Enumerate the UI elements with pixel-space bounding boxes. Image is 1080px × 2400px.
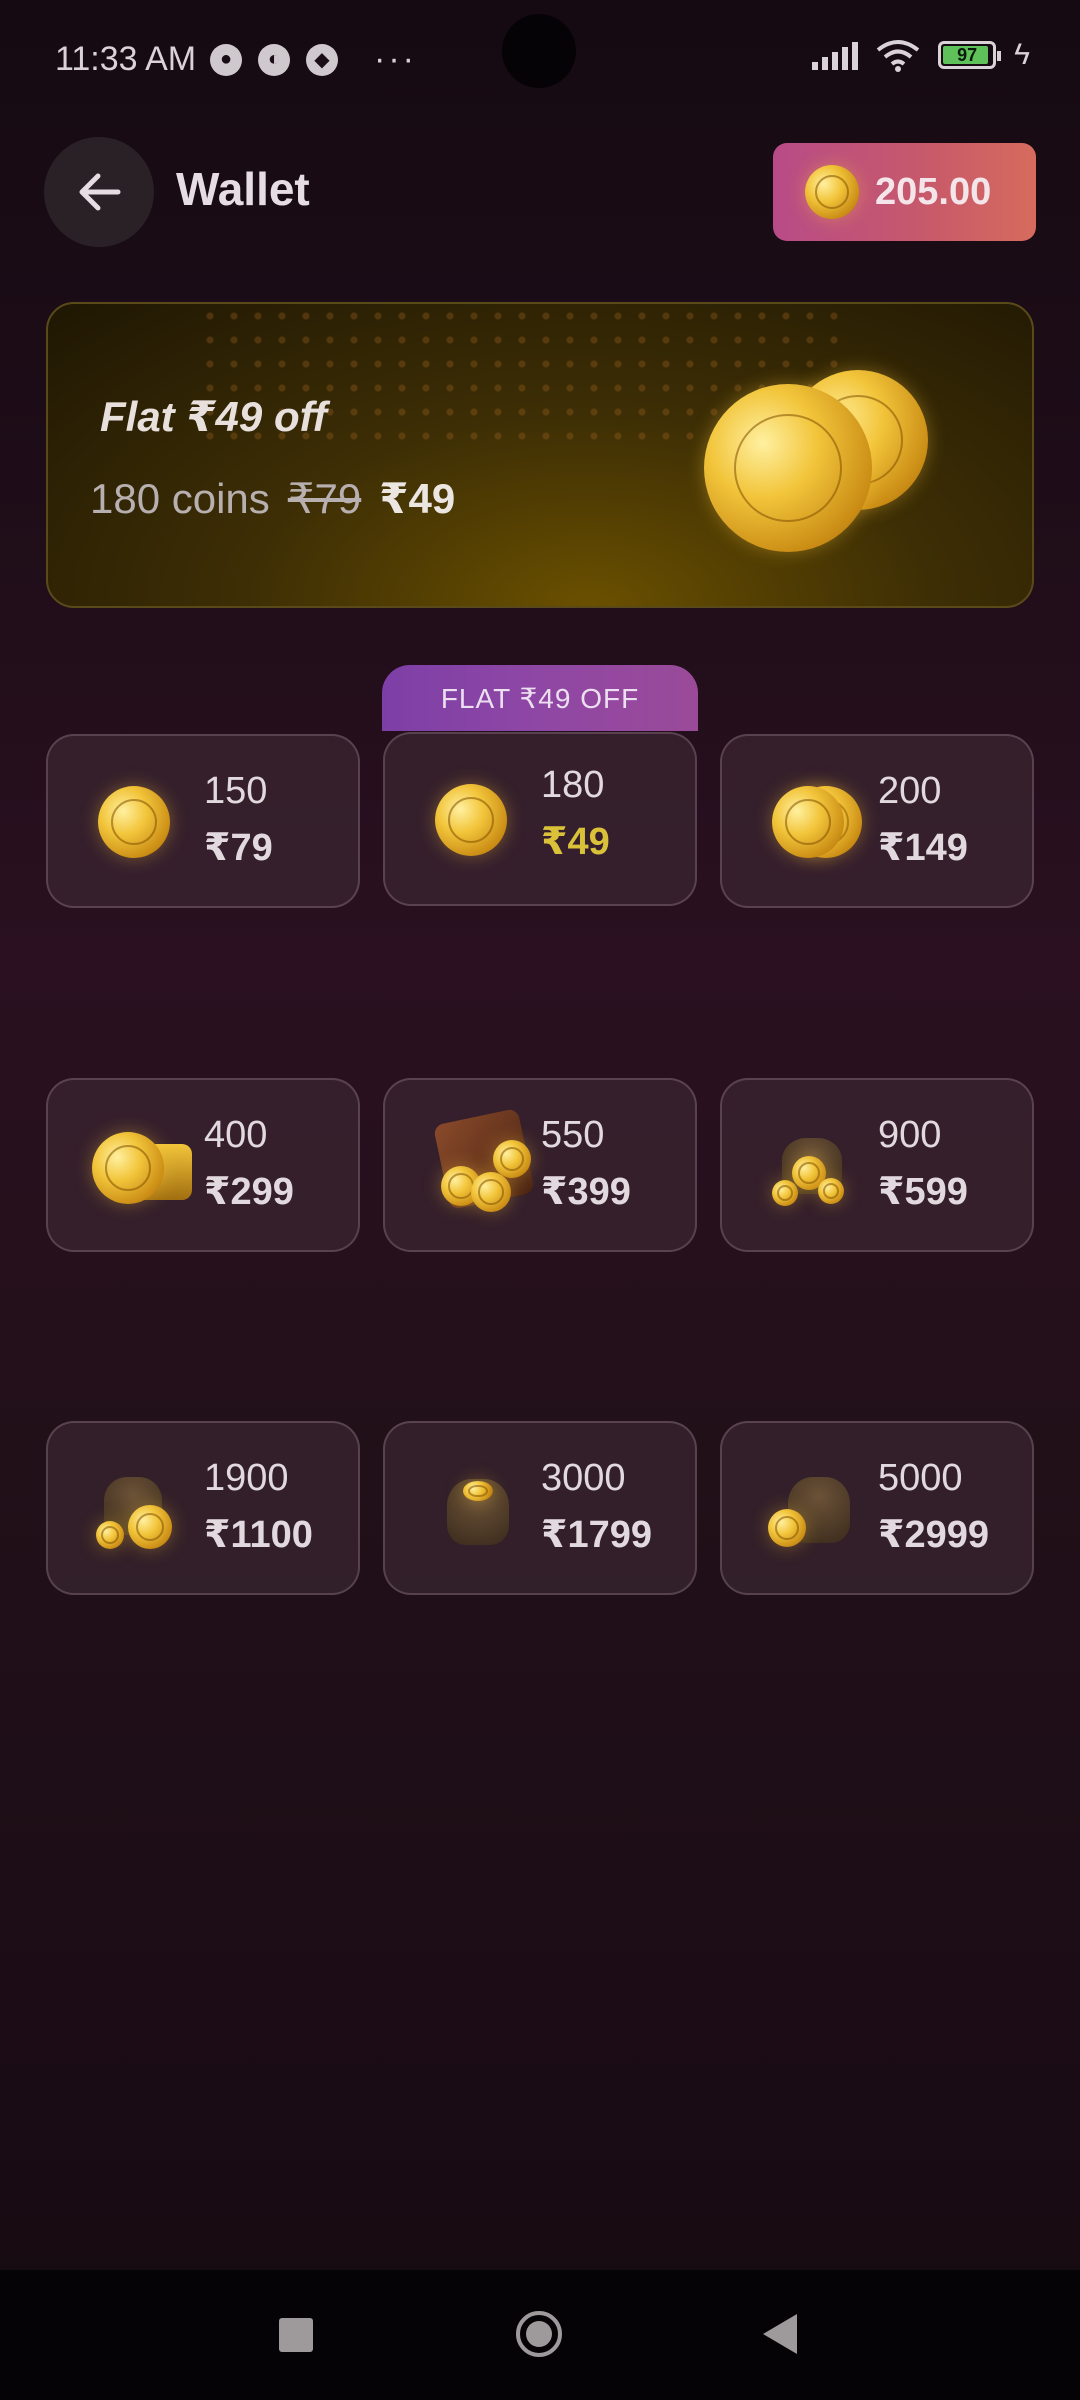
- app-notification-icon: ◐: [258, 43, 290, 76]
- coin-balance-button[interactable]: 205.00: [773, 143, 1036, 241]
- coin-sack-icon: [425, 1465, 525, 1555]
- pack-price: ₹79: [204, 827, 273, 869]
- arrow-left-icon: [79, 173, 121, 211]
- notification-icons: ● ◐ ◆ ···: [210, 40, 417, 79]
- wifi-icon: [876, 40, 920, 72]
- promo-coins: 180 coins: [90, 475, 270, 522]
- status-bar: 11:33 AM ● ◐ ◆ ··· 97 ϟ: [0, 0, 1080, 120]
- pack-coins: 550: [541, 1114, 605, 1156]
- promo-banner[interactable]: Flat ₹49 off 180 coins ₹79 ₹49: [46, 302, 1034, 608]
- battery-level: 97: [957, 44, 978, 65]
- pack-price: ₹299: [204, 1171, 294, 1213]
- coin-pack-card[interactable]: 5000 ₹2999: [720, 1421, 1034, 1595]
- coin-pack-card[interactable]: 3000 ₹1799: [383, 1421, 697, 1595]
- promo-old-price: ₹79: [287, 475, 362, 522]
- back-button[interactable]: [44, 137, 154, 247]
- page-title: Wallet: [176, 163, 310, 215]
- pack-coins: 900: [878, 1114, 942, 1156]
- coin-pack-card[interactable]: 1900 ₹1100: [46, 1421, 360, 1595]
- charging-bolt-icon: ϟ: [1014, 38, 1030, 71]
- pack-coins: 150: [204, 770, 268, 812]
- pack-price-discounted: ₹49: [541, 821, 610, 863]
- pack-price: ₹399: [541, 1171, 631, 1213]
- two-coins-icon: [762, 778, 862, 868]
- pack-price: ₹2999: [878, 1514, 989, 1556]
- wallet-coins-icon: [425, 1107, 536, 1212]
- pack-price: ₹599: [878, 1171, 968, 1213]
- back-nav-button[interactable]: [763, 2314, 797, 2354]
- coin-pack-card[interactable]: 200 ₹149: [720, 734, 1034, 908]
- promo-headline: Flat ₹49 off: [100, 393, 327, 440]
- offer-tag: FLAT ₹49 OFF: [382, 665, 698, 731]
- more-notifications-icon: ···: [374, 40, 417, 78]
- camera-cutout: [502, 14, 576, 88]
- coin-pack-card-offer[interactable]: 180 ₹49: [383, 732, 697, 906]
- layers-icon: ◆: [306, 43, 338, 76]
- pack-coins: 180: [541, 764, 605, 806]
- status-time: 11:33 AM: [55, 40, 197, 78]
- pack-price: ₹1799: [541, 1514, 652, 1556]
- cellular-signal-icon: [812, 40, 859, 70]
- coin-icon: [805, 165, 859, 219]
- coin-pack-card[interactable]: 150 ₹79: [46, 734, 360, 908]
- gold-coin-icon: [704, 384, 872, 552]
- pack-coins: 200: [878, 770, 942, 812]
- chat-bubble-icon: ●: [210, 43, 242, 76]
- pack-coins: 3000: [541, 1457, 626, 1499]
- pack-coins: 5000: [878, 1457, 963, 1499]
- battery-icon: 97: [938, 41, 1002, 69]
- coin-sack-icon: [762, 1465, 862, 1555]
- coin-pack-card[interactable]: 900 ₹599: [720, 1078, 1034, 1252]
- recent-apps-button[interactable]: [279, 2318, 313, 2352]
- pack-price: ₹1100: [204, 1514, 313, 1556]
- coin-pack-card[interactable]: 550 ₹399: [383, 1078, 697, 1252]
- coin-icon: [88, 778, 188, 868]
- promo-new-price: ₹49: [379, 475, 456, 522]
- home-button[interactable]: [516, 2311, 562, 2357]
- pack-price: ₹149: [878, 827, 968, 869]
- coin-stack-icon: [88, 1122, 192, 1212]
- promo-details: 180 coins ₹79 ₹49: [90, 474, 455, 523]
- coin-pot-icon: [88, 1465, 188, 1555]
- coin-icon: [425, 776, 525, 866]
- coin-pot-icon: [762, 1122, 862, 1212]
- pack-coins: 1900: [204, 1457, 289, 1499]
- coin-balance-value: 205.00: [875, 170, 992, 213]
- coin-pack-card[interactable]: 400 ₹299: [46, 1078, 360, 1252]
- pack-coins: 400: [204, 1114, 268, 1156]
